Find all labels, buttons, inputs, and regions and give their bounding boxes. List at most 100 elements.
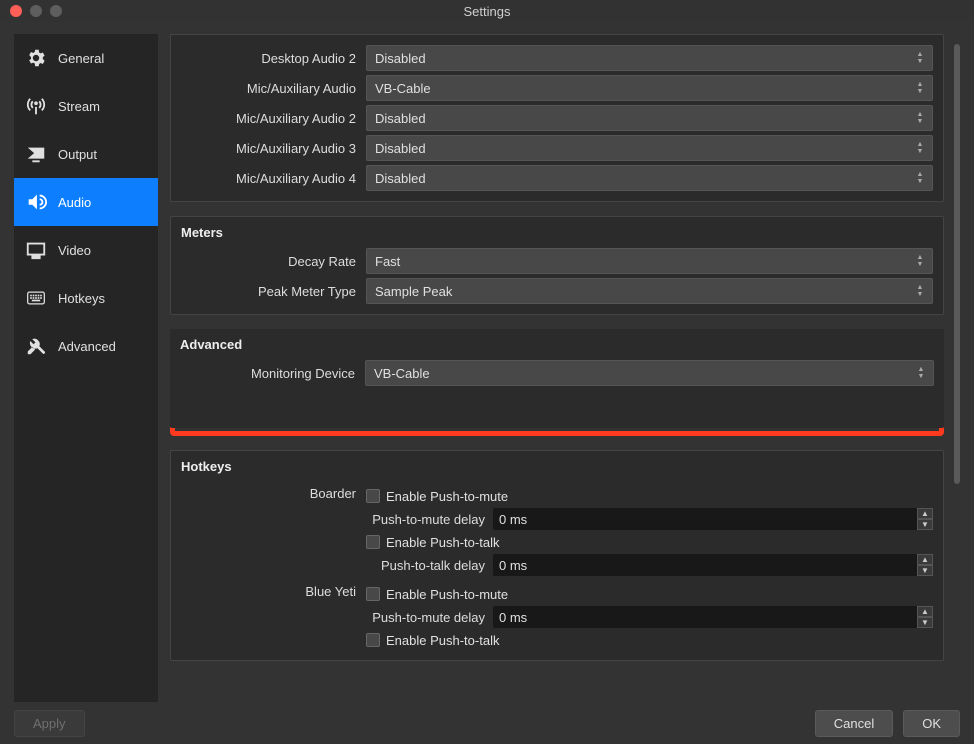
footer: Apply Cancel OK (0, 702, 974, 744)
select-mic-aux-3[interactable]: Disabled ▲▼ (366, 135, 933, 161)
select-arrows-icon: ▲▼ (914, 249, 926, 273)
form-label: Monitoring Device (170, 366, 355, 381)
sidebar-item-hotkeys[interactable]: Hotkeys (14, 274, 158, 322)
spinner-push-to-mute-delay[interactable]: 0 ms ▲ ▼ (493, 508, 933, 530)
select-value: Disabled (375, 51, 426, 66)
spinner-up-icon[interactable]: ▲ (917, 606, 933, 617)
form-row-mic-aux-3: Mic/Auxiliary Audio 3 Disabled ▲▼ (171, 133, 943, 163)
keyboard-icon (24, 286, 48, 310)
select-mic-aux-2[interactable]: Disabled ▲▼ (366, 105, 933, 131)
spinner-push-to-mute-delay[interactable]: 0 ms ▲ ▼ (493, 606, 933, 628)
select-peak-meter-type[interactable]: Sample Peak ▲▼ (366, 278, 933, 304)
form-row-desktop-audio-2: Desktop Audio 2 Disabled ▲▼ (171, 43, 943, 73)
checkbox-label: Enable Push-to-talk (386, 633, 499, 648)
spinner-arrows-icon: ▲ ▼ (917, 508, 933, 530)
sidebar-item-advanced[interactable]: Advanced (14, 322, 158, 370)
checkbox-label: Enable Push-to-mute (386, 587, 508, 602)
hotkey-device-label: Boarder (171, 486, 356, 501)
hotkey-device-label: Blue Yeti (171, 584, 356, 599)
select-mic-aux[interactable]: VB-Cable ▲▼ (366, 75, 933, 101)
checkbox-enable-push-to-talk[interactable] (366, 633, 380, 647)
sidebar-item-label: Stream (58, 99, 100, 114)
minimize-window-button[interactable] (30, 5, 42, 17)
spinner-label: Push-to-mute delay (366, 512, 485, 527)
sidebar-item-stream[interactable]: Stream (14, 82, 158, 130)
spinner-arrows-icon: ▲ ▼ (917, 606, 933, 628)
ok-button[interactable]: OK (903, 710, 960, 737)
spinner-down-icon[interactable]: ▼ (917, 617, 933, 628)
spinner-value: 0 ms (499, 558, 527, 573)
spinner-push-to-talk-delay[interactable]: 0 ms ▲ ▼ (493, 554, 933, 576)
scrollbar-thumb[interactable] (954, 44, 960, 484)
spinner-up-icon[interactable]: ▲ (917, 508, 933, 519)
select-arrows-icon: ▲▼ (914, 136, 926, 160)
video-icon (24, 238, 48, 262)
checkbox-enable-push-to-mute[interactable] (366, 489, 380, 503)
main-panel: Desktop Audio 2 Disabled ▲▼ Mic/Auxiliar… (170, 34, 960, 702)
output-icon (24, 142, 48, 166)
form-row-monitoring-device: Monitoring Device VB-Cable ▲▼ (170, 358, 944, 388)
form-label: Mic/Auxiliary Audio 3 (171, 141, 356, 156)
apply-button[interactable]: Apply (14, 710, 85, 737)
form-label: Mic/Auxiliary Audio 4 (171, 171, 356, 186)
advanced-group: Advanced Monitoring Device VB-Cable ▲▼ (170, 329, 944, 428)
sidebar-item-video[interactable]: Video (14, 226, 158, 274)
select-arrows-icon: ▲▼ (914, 166, 926, 190)
spinner-value: 0 ms (499, 512, 527, 527)
form-label: Peak Meter Type (171, 284, 356, 299)
zoom-window-button[interactable] (50, 5, 62, 17)
sidebar-item-label: Advanced (58, 339, 116, 354)
form-label: Mic/Auxiliary Audio 2 (171, 111, 356, 126)
checkbox-label: Enable Push-to-mute (386, 489, 508, 504)
select-value: VB-Cable (374, 366, 430, 381)
spinner-down-icon[interactable]: ▼ (917, 565, 933, 576)
sidebar-item-label: General (58, 51, 104, 66)
hotkeys-group: Hotkeys Boarder Enable Push-to-mute Push… (170, 450, 944, 661)
select-value: VB-Cable (375, 81, 431, 96)
form-row-decay-rate: Decay Rate Fast ▲▼ (171, 246, 943, 276)
checkbox-label: Enable Push-to-talk (386, 535, 499, 550)
window-title: Settings (464, 4, 511, 19)
select-value: Disabled (375, 171, 426, 186)
sidebar-item-output[interactable]: Output (14, 130, 158, 178)
sidebar-item-label: Video (58, 243, 91, 258)
checkbox-enable-push-to-talk[interactable] (366, 535, 380, 549)
devices-group: Desktop Audio 2 Disabled ▲▼ Mic/Auxiliar… (170, 34, 944, 202)
form-label: Mic/Auxiliary Audio (171, 81, 356, 96)
spinner-label: Push-to-mute delay (366, 610, 485, 625)
audio-icon (24, 190, 48, 214)
meters-group: Meters Decay Rate Fast ▲▼ Peak Meter Typ… (170, 216, 944, 315)
cancel-button[interactable]: Cancel (815, 710, 893, 737)
select-arrows-icon: ▲▼ (914, 76, 926, 100)
hotkey-row-blue-yeti: Blue Yeti Enable Push-to-mute Push-to-mu… (171, 578, 943, 652)
sidebar: General Stream Output Audio Video (14, 34, 158, 702)
select-desktop-audio-2[interactable]: Disabled ▲▼ (366, 45, 933, 71)
sidebar-item-general[interactable]: General (14, 34, 158, 82)
close-window-button[interactable] (10, 5, 22, 17)
form-row-mic-aux-2: Mic/Auxiliary Audio 2 Disabled ▲▼ (171, 103, 943, 133)
select-value: Sample Peak (375, 284, 452, 299)
select-mic-aux-4[interactable]: Disabled ▲▼ (366, 165, 933, 191)
traffic-lights (0, 5, 62, 17)
scrollbar[interactable] (950, 34, 960, 702)
select-arrows-icon: ▲▼ (914, 46, 926, 70)
hotkey-row-boarder: Boarder Enable Push-to-mute Push-to-mute… (171, 480, 943, 578)
checkbox-enable-push-to-mute[interactable] (366, 587, 380, 601)
highlight-annotation: Advanced Monitoring Device VB-Cable ▲▼ (170, 329, 944, 436)
gear-icon (24, 46, 48, 70)
spinner-up-icon[interactable]: ▲ (917, 554, 933, 565)
select-arrows-icon: ▲▼ (915, 361, 927, 385)
tools-icon (24, 334, 48, 358)
select-decay-rate[interactable]: Fast ▲▼ (366, 248, 933, 274)
sidebar-item-audio[interactable]: Audio (14, 178, 158, 226)
form-row-mic-aux-4: Mic/Auxiliary Audio 4 Disabled ▲▼ (171, 163, 943, 193)
select-value: Disabled (375, 141, 426, 156)
group-header-hotkeys: Hotkeys (171, 451, 943, 480)
sidebar-item-label: Hotkeys (58, 291, 105, 306)
select-arrows-icon: ▲▼ (914, 279, 926, 303)
form-label: Decay Rate (171, 254, 356, 269)
spinner-down-icon[interactable]: ▼ (917, 519, 933, 530)
spinner-arrows-icon: ▲ ▼ (917, 554, 933, 576)
spinner-label: Push-to-talk delay (366, 558, 485, 573)
select-monitoring-device[interactable]: VB-Cable ▲▼ (365, 360, 934, 386)
